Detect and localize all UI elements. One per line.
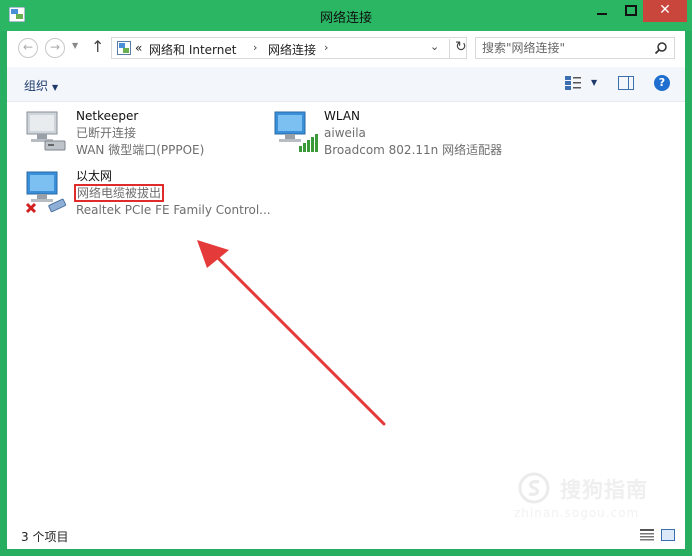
back-button[interactable]: ← — [18, 38, 38, 58]
connection-text: 以太网 网络电缆被拔出 Realtek PCIe FE Family Contr… — [73, 168, 271, 219]
connection-name: 以太网 — [76, 169, 113, 183]
connection-device: Broadcom 802.11n 网络适配器 — [324, 143, 503, 157]
connection-item-wlan[interactable]: WLAN aiweila Broadcom 802.11n 网络适配器 — [271, 108, 521, 162]
address-dropdown-button[interactable]: ⌄ — [430, 40, 439, 53]
wireless-connection-icon — [274, 111, 318, 152]
search-icon[interactable] — [654, 41, 668, 55]
item-count: 3 个项目 — [21, 530, 69, 544]
details-view-icon[interactable] — [640, 529, 654, 541]
large-icons-view-button[interactable] — [661, 529, 675, 541]
connection-status: aiweila — [324, 126, 366, 140]
refresh-icon: ↻ — [455, 39, 467, 55]
minimize-button[interactable] — [589, 0, 615, 22]
close-button[interactable]: ✕ — [643, 0, 687, 22]
connection-name: Netkeeper — [76, 109, 139, 123]
connection-status: 已断开连接 — [76, 126, 137, 140]
chevron-down-icon: ▼ — [72, 41, 79, 50]
breadcrumb-separator[interactable]: › — [324, 41, 328, 54]
breadcrumb-network-internet[interactable]: 网络和 Internet — [149, 41, 236, 58]
back-arrow-icon: ← — [22, 40, 34, 54]
watermark: 搜狗指南 zhinan.sogou.com — [512, 472, 672, 522]
connection-device: WAN 微型端口(PPPOE) — [76, 143, 205, 157]
breadcrumb-network-connections[interactable]: 网络连接 — [268, 41, 316, 58]
breadcrumb-overflow[interactable]: « — [135, 41, 142, 55]
title-bar[interactable]: 网络连接 ✕ — [0, 0, 692, 31]
connection-item-netkeeper[interactable]: Netkeeper 已断开连接 WAN 微型端口(PPPOE) — [23, 108, 263, 162]
connection-device: Realtek PCIe FE Family Control... — [76, 203, 271, 217]
watermark-text: 搜狗指南 — [560, 478, 648, 502]
network-connections-icon — [117, 41, 131, 55]
connections-list: Netkeeper 已断开连接 WAN 微型端口(PPPOE) WLAN aiw… — [7, 102, 685, 520]
watermark-url: zhinan.sogou.com — [514, 506, 640, 520]
connection-status: 网络电缆被拔出 — [73, 184, 165, 202]
status-bar: 3 个项目 — [7, 522, 685, 549]
dialup-connection-icon — [26, 111, 66, 151]
address-field[interactable]: « 网络和 Internet › 网络连接 › ⌄ ↻ — [111, 37, 467, 59]
help-icon: ? — [658, 76, 666, 89]
sogou-logo-icon — [518, 472, 550, 504]
search-input[interactable] — [482, 40, 647, 56]
connection-item-ethernet[interactable]: 以太网 网络电缆被拔出 Realtek PCIe FE Family Contr… — [23, 168, 271, 222]
chevron-down-icon: ⌄ — [430, 40, 440, 53]
help-button[interactable]: ? — [654, 75, 670, 91]
ethernet-disconnected-icon — [25, 171, 67, 214]
address-bar: ← → ▼ ↑ « 网络和 Internet › 网络连接 › ⌄ ↻ — [7, 31, 685, 67]
connection-text: Netkeeper 已断开连接 WAN 微型端口(PPPOE) — [76, 108, 204, 159]
search-box[interactable] — [475, 37, 675, 59]
organize-menu-button[interactable]: 组织 ▼ — [24, 77, 58, 94]
organize-label: 组织 — [24, 79, 49, 93]
refresh-button[interactable]: ↻ — [449, 39, 467, 58]
forward-button[interactable]: → — [45, 38, 65, 58]
up-arrow-icon: ↑ — [91, 37, 105, 56]
close-icon: ✕ — [659, 2, 671, 18]
recent-locations-button[interactable]: ▼ — [72, 41, 78, 50]
command-bar: 组织 ▼ ▼ ? — [7, 67, 685, 102]
chevron-down-icon: ▼ — [52, 83, 59, 92]
maximize-button[interactable] — [617, 0, 643, 22]
forward-arrow-icon: → — [49, 40, 61, 54]
breadcrumb-separator[interactable]: › — [253, 41, 257, 54]
up-button[interactable]: ↑ — [91, 37, 104, 56]
chevron-down-icon: ▼ — [591, 78, 598, 87]
change-view-icon[interactable] — [565, 76, 581, 90]
connection-name: WLAN — [324, 109, 361, 123]
connection-text: WLAN aiweila Broadcom 802.11n 网络适配器 — [324, 108, 502, 159]
view-options-button[interactable]: ▼ — [591, 78, 597, 87]
preview-pane-button[interactable] — [618, 76, 634, 90]
